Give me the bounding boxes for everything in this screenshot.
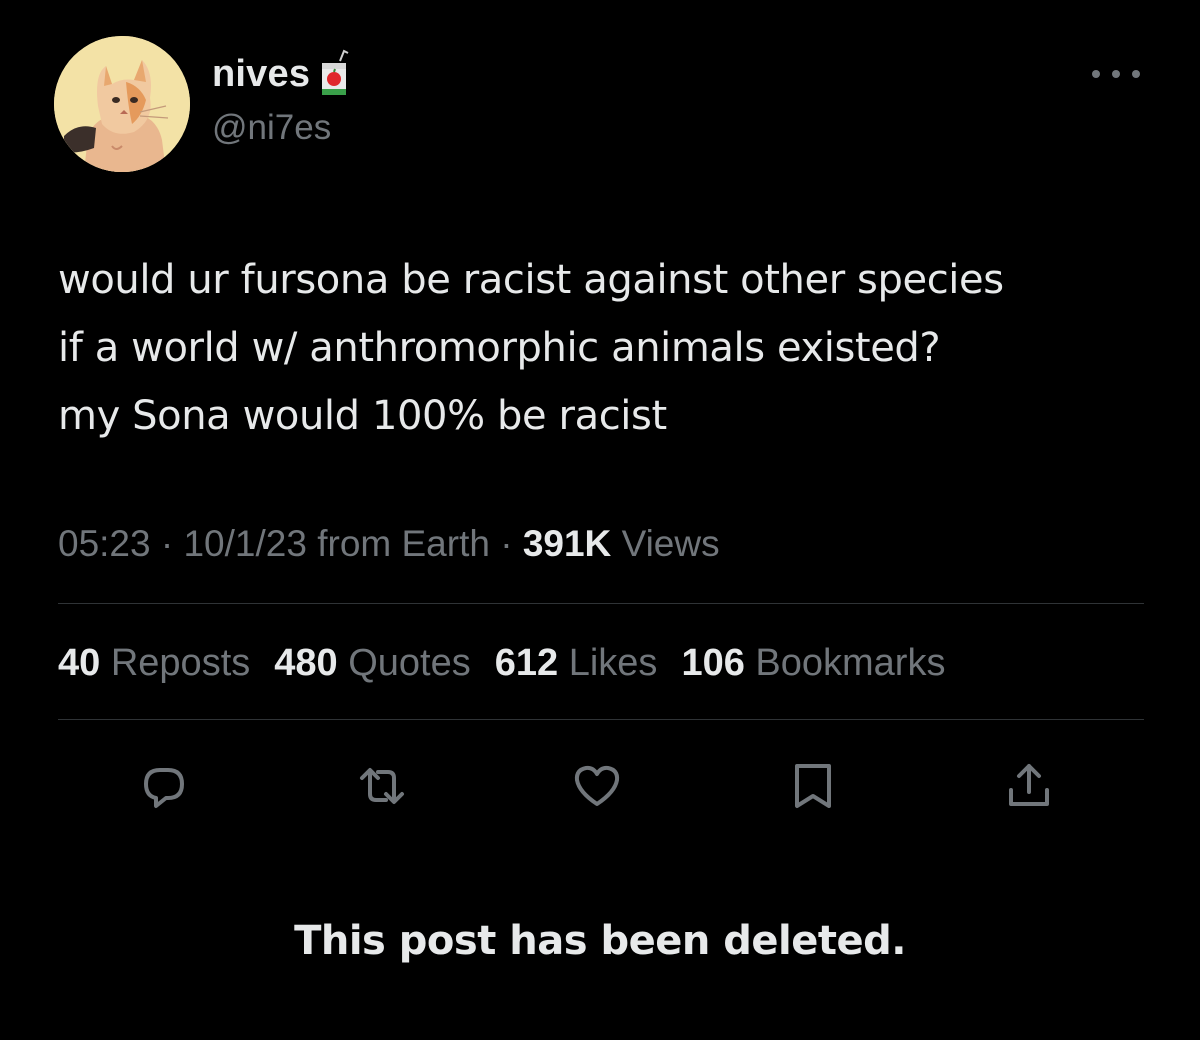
avatar[interactable] xyxy=(54,36,190,172)
likes-label: Likes xyxy=(568,642,658,684)
post-time[interactable]: 05:23 xyxy=(58,523,151,564)
bookmark-button[interactable] xyxy=(785,758,841,814)
dot-icon xyxy=(1092,70,1100,78)
bookmarks-stat[interactable]: 106 Bookmarks xyxy=(681,636,945,690)
post-text: would ur fursona be racist against other… xyxy=(58,246,1168,450)
meta-separator: · xyxy=(489,523,523,564)
quotes-label: Quotes xyxy=(348,642,471,684)
more-options-icon[interactable] xyxy=(1092,60,1140,88)
bookmarks-count: 106 xyxy=(681,642,745,684)
engagement-stats: 40 Reposts 480 Quotes 612 Likes 106 Book… xyxy=(58,636,945,690)
post-text-line: my Sona would 100% be racist xyxy=(58,393,667,439)
bookmark-icon xyxy=(795,764,831,808)
like-button[interactable] xyxy=(569,758,625,814)
deleted-notice: This post has been deleted. xyxy=(294,918,906,964)
post-detail: nives @ni7es would ur fursona be racist … xyxy=(0,0,1200,1040)
reposts-count: 40 xyxy=(58,642,101,684)
dot-icon xyxy=(1132,70,1140,78)
post-text-line: would ur fursona be racist against other… xyxy=(58,257,1004,303)
post-date-location: 10/1/23 from Earth xyxy=(183,523,490,564)
divider xyxy=(58,603,1144,604)
dot-icon xyxy=(1112,70,1120,78)
reply-icon xyxy=(144,768,184,808)
author-handle[interactable]: @ni7es xyxy=(212,108,331,148)
juice-box-icon xyxy=(322,49,349,95)
likes-count: 612 xyxy=(494,642,559,684)
meta-separator: · xyxy=(150,523,184,564)
share-button[interactable] xyxy=(1001,758,1057,814)
reposts-label: Reposts xyxy=(110,642,251,684)
cat-fursona-avatar-image xyxy=(54,36,190,172)
reposts-stat[interactable]: 40 Reposts xyxy=(58,636,250,690)
likes-stat[interactable]: 612 Likes xyxy=(495,636,658,690)
share-icon xyxy=(1009,764,1049,806)
bookmarks-label: Bookmarks xyxy=(755,642,946,684)
quotes-count: 480 xyxy=(274,642,338,684)
reply-button[interactable] xyxy=(136,758,192,814)
repost-button[interactable] xyxy=(354,758,410,814)
views-count: 391K xyxy=(522,523,612,564)
divider xyxy=(58,719,1144,720)
display-name[interactable]: nives xyxy=(212,53,310,96)
author-name-row[interactable]: nives xyxy=(212,48,352,100)
quotes-stat[interactable]: 480 Quotes xyxy=(274,636,471,690)
like-icon xyxy=(574,765,620,806)
views-label: Views xyxy=(621,523,720,564)
post-text-line: if a world w/ anthromorphic animals exis… xyxy=(58,325,941,371)
repost-icon xyxy=(360,768,404,804)
post-meta: 05:23 · 10/1/23 from Earth · 391K Views xyxy=(58,518,720,570)
